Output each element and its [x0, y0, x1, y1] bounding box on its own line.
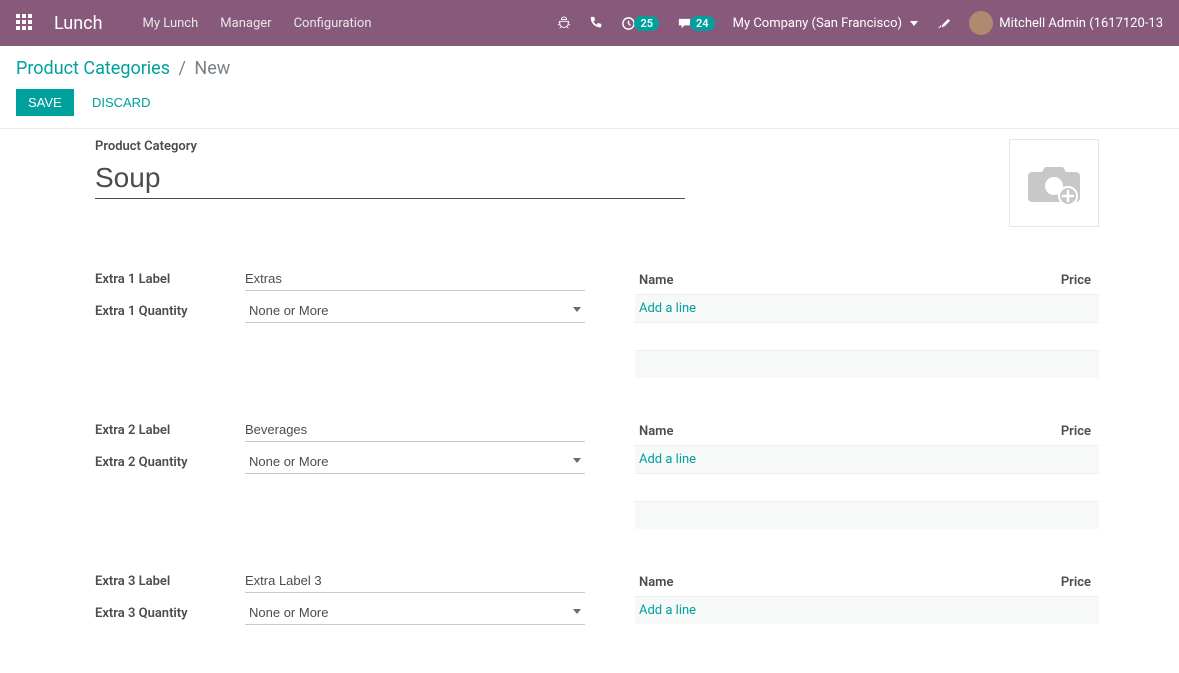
apps-icon[interactable]	[16, 14, 34, 32]
extra1-label-input[interactable]	[245, 267, 585, 291]
save-button[interactable]: SAVE	[16, 89, 74, 116]
table-row	[635, 322, 1099, 350]
grid1-header: Name Price	[635, 267, 1099, 294]
user-name: Mitchell Admin (1617120-13	[999, 16, 1163, 31]
extra2-label-label: Extra 2 Label	[95, 423, 245, 438]
breadcrumb-parent[interactable]: Product Categories	[16, 58, 170, 79]
extra3-label-input[interactable]	[245, 569, 585, 593]
discard-button[interactable]: DISCARD	[92, 95, 151, 110]
extra1-qty-label: Extra 1 Quantity	[95, 304, 245, 319]
image-placeholder[interactable]	[1009, 139, 1099, 227]
extra1-label-label: Extra 1 Label	[95, 272, 245, 287]
tools-icon[interactable]	[936, 16, 951, 31]
extra2-label-input[interactable]	[245, 418, 585, 442]
grid-col-price: Price	[1031, 273, 1091, 288]
activities-icon[interactable]: 25	[621, 16, 659, 31]
nav-links: My Lunch Manager Configuration	[143, 16, 372, 31]
grid2-rows: Add a line	[635, 445, 1099, 529]
grid3-header: Name Price	[635, 569, 1099, 596]
user-menu[interactable]: Mitchell Admin (1617120-13	[969, 11, 1163, 35]
table-row	[635, 350, 1099, 378]
messages-icon[interactable]: 24	[677, 16, 715, 31]
extra3-label-label: Extra 3 Label	[95, 574, 245, 589]
messages-badge: 24	[690, 16, 715, 31]
table-row	[635, 501, 1099, 529]
camera-add-icon	[1024, 158, 1084, 208]
nav-configuration[interactable]: Configuration	[294, 16, 372, 31]
company-switcher[interactable]: My Company (San Francisco)	[733, 16, 919, 31]
title-label: Product Category	[95, 139, 1009, 154]
phone-icon[interactable]	[589, 16, 603, 30]
extra3-qty-label: Extra 3 Quantity	[95, 606, 245, 621]
table-row: Add a line	[635, 596, 1099, 624]
app-brand[interactable]: Lunch	[54, 13, 103, 34]
nav-my-lunch[interactable]: My Lunch	[143, 16, 199, 31]
grid2-header: Name Price	[635, 418, 1099, 445]
breadcrumb: Product Categories / New	[16, 58, 1163, 79]
top-navbar: Lunch My Lunch Manager Configuration 25 …	[0, 0, 1179, 46]
breadcrumb-sep: /	[179, 58, 186, 79]
caret-down-icon	[910, 21, 918, 26]
add-line-link[interactable]: Add a line	[639, 301, 696, 316]
add-line-link[interactable]: Add a line	[639, 452, 696, 467]
nav-right: 25 24 My Company (San Francisco) Mitchel…	[557, 11, 1163, 35]
bug-icon[interactable]	[557, 16, 571, 30]
extra2-qty-label: Extra 2 Quantity	[95, 455, 245, 470]
extra2-qty-select[interactable]	[245, 450, 585, 474]
table-row: Add a line	[635, 445, 1099, 473]
grid3-rows: Add a line	[635, 596, 1099, 624]
grid-col-price: Price	[1031, 575, 1091, 590]
activities-badge: 25	[634, 16, 659, 31]
breadcrumb-current: New	[194, 58, 230, 79]
product-category-name-input[interactable]	[95, 158, 685, 199]
add-line-link[interactable]: Add a line	[639, 603, 696, 618]
grid-col-name: Name	[639, 273, 1031, 288]
grid1-rows: Add a line	[635, 294, 1099, 378]
extra1-qty-select[interactable]	[245, 299, 585, 323]
extra3-qty-select[interactable]	[245, 601, 585, 625]
table-row: Add a line	[635, 294, 1099, 322]
company-name: My Company (San Francisco)	[733, 16, 902, 31]
grid-col-price: Price	[1031, 424, 1091, 439]
nav-manager[interactable]: Manager	[220, 16, 271, 31]
grid-col-name: Name	[639, 575, 1031, 590]
grid-col-name: Name	[639, 424, 1031, 439]
avatar	[969, 11, 993, 35]
table-row	[635, 473, 1099, 501]
